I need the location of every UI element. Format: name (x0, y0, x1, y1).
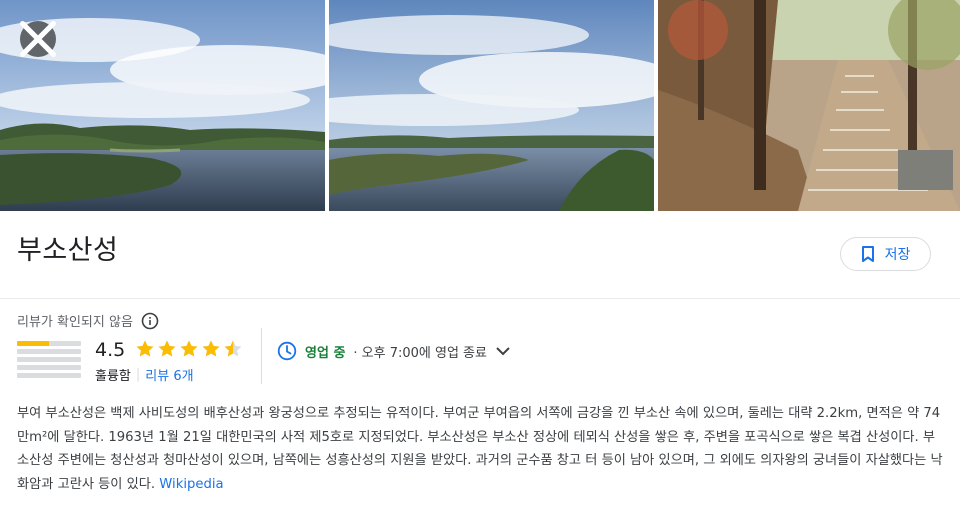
rating-label: 훌륭함 (95, 369, 131, 384)
rating-bar-2 (17, 365, 81, 370)
reviews-link[interactable]: 리뷰 6개 (145, 365, 193, 384)
chevron-down-icon (496, 347, 510, 356)
rating-distribution (17, 341, 81, 381)
info-icon[interactable] (141, 312, 159, 330)
photo-3[interactable] (658, 0, 960, 211)
close-button[interactable] (20, 21, 56, 57)
star-icon (136, 340, 154, 357)
rating-summary: 훌륭함 | 리뷰 6개 (95, 365, 194, 384)
bookmark-icon (861, 246, 874, 262)
save-label: 저장 (884, 247, 911, 263)
description-text: 부여 부소산성은 백제 사비도성의 배후산성과 왕궁성으로 추정되는 유적이다.… (17, 406, 943, 492)
hours-toggle[interactable]: 영업 중 · 오후 7:00에 영업 종료 (277, 341, 511, 361)
rating-bar-fill (17, 341, 49, 346)
photo-1[interactable] (0, 0, 325, 211)
rating-score: 4.5 (95, 339, 126, 361)
photo-2[interactable] (329, 0, 654, 211)
review-note-text: 리뷰가 확인되지 않음 (17, 315, 133, 330)
wikipedia-link[interactable]: Wikipedia (159, 477, 223, 492)
closing-time: · 오후 7:00에 영업 종료 (353, 345, 487, 361)
clock-icon (277, 341, 297, 361)
rating-stars (135, 339, 243, 359)
rating-bar-1 (17, 373, 81, 378)
open-status: 영업 중 (305, 345, 346, 361)
photo-gallery (0, 0, 960, 211)
page-title: 부소산성 (17, 235, 119, 266)
rating-separator: | (135, 367, 141, 382)
star-icon (180, 340, 198, 357)
close-icon (20, 21, 56, 57)
star-icon (158, 340, 176, 357)
save-button[interactable]: 저장 (840, 237, 931, 271)
rating-bar-4 (17, 349, 81, 354)
vertical-divider (261, 328, 262, 384)
description: 부여 부소산성은 백제 사비도성의 배후산성과 왕궁성으로 추정되는 유적이다.… (17, 402, 943, 496)
rating-bar-3 (17, 357, 81, 362)
star-icon (224, 340, 242, 357)
rating-bar-5 (17, 341, 81, 346)
review-note: 리뷰가 확인되지 않음 (17, 311, 159, 330)
star-icon (202, 340, 220, 357)
divider (0, 298, 960, 299)
